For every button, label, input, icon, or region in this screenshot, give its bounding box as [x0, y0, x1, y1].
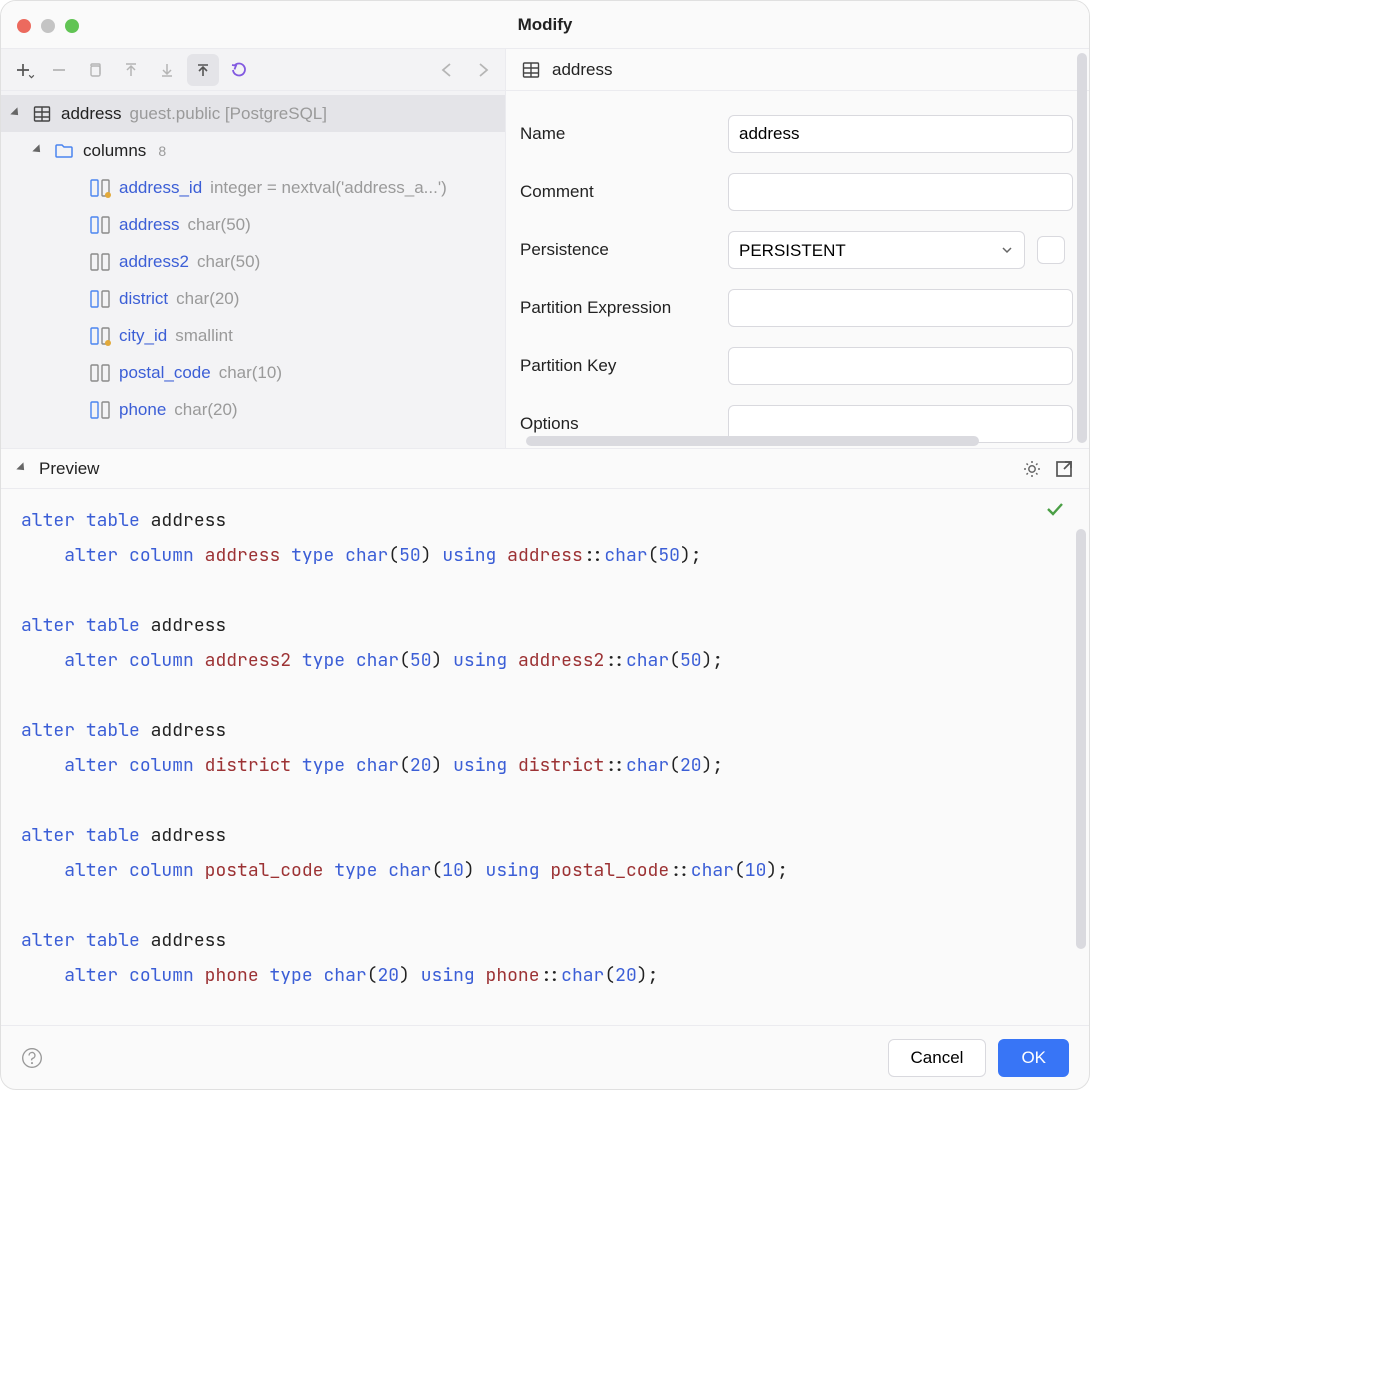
- move-down-button[interactable]: [151, 54, 183, 86]
- zoom-window-icon[interactable]: [65, 19, 79, 33]
- column-type: char(50): [197, 252, 260, 272]
- gear-icon[interactable]: [1021, 458, 1043, 480]
- column-name: postal_code: [119, 363, 211, 383]
- form-header-label: address: [552, 60, 612, 80]
- window-title: Modify: [1, 15, 1089, 35]
- close-window-icon[interactable]: [17, 19, 31, 33]
- tree-column-item[interactable]: city_id smallint: [1, 317, 505, 354]
- minimize-window-icon[interactable]: [41, 19, 55, 33]
- column-type: char(50): [187, 215, 250, 235]
- column-icon: [89, 399, 111, 421]
- partition-key-input[interactable]: [728, 347, 1073, 385]
- column-icon: [89, 177, 111, 199]
- help-icon[interactable]: [21, 1047, 43, 1069]
- name-input[interactable]: [728, 115, 1073, 153]
- form-vertical-scrollbar[interactable]: [1077, 53, 1087, 443]
- label-options: Options: [520, 414, 718, 434]
- tree-column-item[interactable]: phone char(20): [1, 391, 505, 428]
- folder-icon: [53, 140, 75, 162]
- label-partition-expression: Partition Expression: [520, 298, 718, 318]
- tree-column-item[interactable]: address char(50): [1, 206, 505, 243]
- comment-input[interactable]: [728, 173, 1073, 211]
- window-controls[interactable]: [17, 19, 79, 33]
- move-up-button[interactable]: [115, 54, 147, 86]
- upload-button[interactable]: [187, 54, 219, 86]
- column-icon: [89, 362, 111, 384]
- label-name: Name: [520, 124, 718, 144]
- column-icon: [89, 251, 111, 273]
- collapse-icon[interactable]: [15, 461, 29, 475]
- column-name: phone: [119, 400, 166, 420]
- tree-column-item[interactable]: postal_code char(10): [1, 354, 505, 391]
- preview-code: alter table address alter column address…: [1, 489, 1089, 1021]
- expand-icon[interactable]: [31, 143, 45, 157]
- table-icon: [31, 103, 53, 125]
- form-horizontal-scrollbar[interactable]: [526, 436, 979, 446]
- ok-button[interactable]: OK: [998, 1039, 1069, 1077]
- column-icon: [89, 325, 111, 347]
- preview-title: Preview: [39, 459, 99, 479]
- nav-forward-button[interactable]: [467, 54, 499, 86]
- partition-expression-input[interactable]: [728, 289, 1073, 327]
- copy-button[interactable]: [79, 54, 111, 86]
- column-icon: [89, 288, 111, 310]
- label-persistence: Persistence: [520, 240, 718, 260]
- column-type: char(20): [174, 400, 237, 420]
- column-name: district: [119, 289, 168, 309]
- tree-column-item[interactable]: address2 char(50): [1, 243, 505, 280]
- table-icon: [520, 59, 542, 81]
- column-name: address: [119, 215, 179, 235]
- column-type: integer = nextval('address_a...'): [210, 178, 447, 198]
- tree-columns-label: columns: [83, 141, 146, 161]
- column-name: city_id: [119, 326, 167, 346]
- persistence-checkbox[interactable]: [1037, 236, 1065, 264]
- column-type: char(10): [219, 363, 282, 383]
- tree-columns-node[interactable]: columns 8: [1, 132, 505, 169]
- tree-table-name: address: [61, 104, 121, 124]
- tree-column-item[interactable]: district char(20): [1, 280, 505, 317]
- tree-columns-count: 8: [158, 143, 166, 159]
- column-name: address_id: [119, 178, 202, 198]
- add-button[interactable]: [7, 54, 39, 86]
- cancel-button[interactable]: Cancel: [888, 1039, 987, 1077]
- column-type: char(20): [176, 289, 239, 309]
- status-ok-icon: [1045, 499, 1065, 519]
- label-comment: Comment: [520, 182, 718, 202]
- label-partition-key: Partition Key: [520, 356, 718, 376]
- nav-back-button[interactable]: [431, 54, 463, 86]
- preview-vertical-scrollbar[interactable]: [1076, 529, 1086, 949]
- remove-button[interactable]: [43, 54, 75, 86]
- open-external-icon[interactable]: [1053, 458, 1075, 480]
- refresh-button[interactable]: [223, 54, 255, 86]
- persistence-select[interactable]: PERSISTENT: [728, 231, 1025, 269]
- column-type: smallint: [175, 326, 233, 346]
- titlebar: Modify: [1, 1, 1089, 49]
- column-name: address2: [119, 252, 189, 272]
- tree-table-node[interactable]: address guest.public [PostgreSQL]: [1, 95, 505, 132]
- tree-table-context: guest.public [PostgreSQL]: [129, 104, 327, 124]
- column-icon: [89, 214, 111, 236]
- expand-icon[interactable]: [9, 106, 23, 120]
- tree-column-item[interactable]: address_id integer = nextval('address_a.…: [1, 169, 505, 206]
